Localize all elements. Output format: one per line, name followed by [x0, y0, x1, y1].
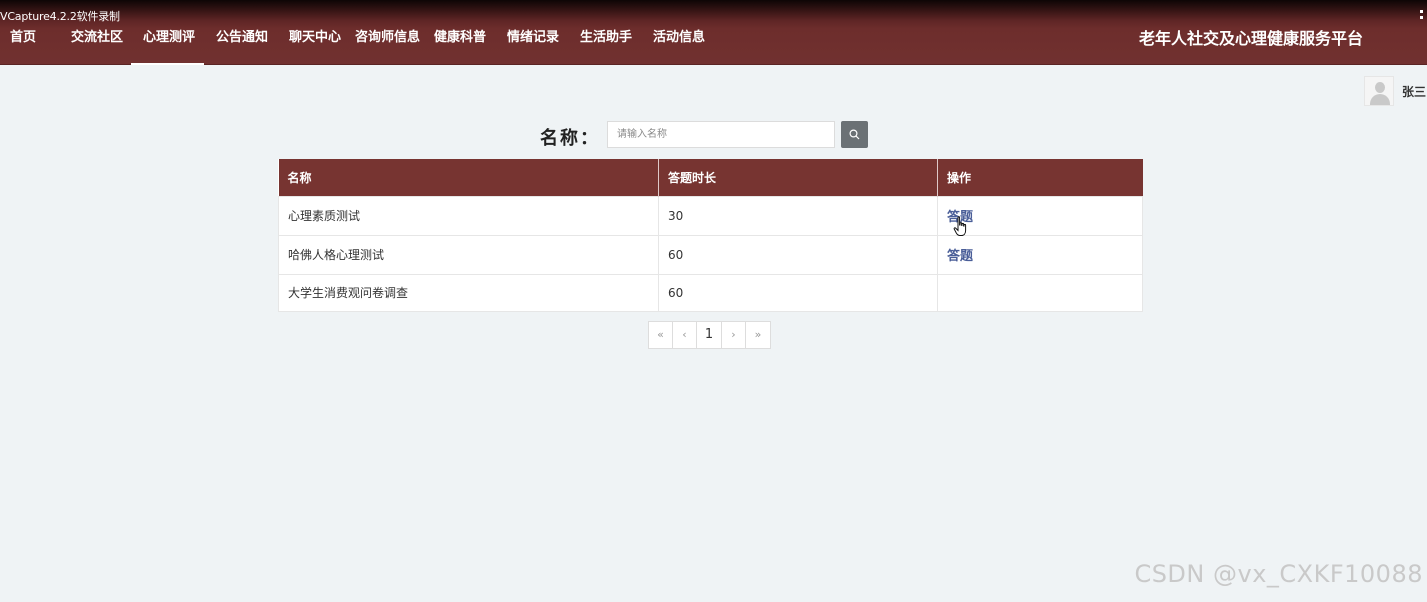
answer-link[interactable]: 答题 [947, 249, 973, 264]
pagination: « ‹ 1 › » [648, 321, 771, 349]
search-button[interactable] [841, 121, 868, 148]
nav-item-counselors[interactable]: 咨询师信息 [355, 26, 420, 45]
column-header-name: 名称 [278, 159, 659, 196]
nav-item-community[interactable]: 交流社区 [71, 26, 123, 45]
search-label: 名称： [540, 128, 600, 149]
top-navbar: VCapture4.2.2软件录制 首页 交流社区 心理测评 公告通知 聊天中心… [0, 0, 1427, 65]
search-icon [849, 129, 860, 140]
cell-name: 大学生消费观问卷调查 [278, 273, 659, 312]
more-dots-icon [1420, 10, 1423, 19]
page-next-button[interactable]: › [722, 322, 746, 348]
column-header-action: 操作 [937, 159, 1143, 196]
page-number-button[interactable]: 1 [697, 322, 722, 348]
nav-item-chat[interactable]: 聊天中心 [289, 26, 341, 45]
search-input[interactable] [607, 121, 835, 148]
cell-duration: 60 [658, 273, 938, 312]
watermark-text: CSDN @vx_CXKF10088 [1134, 560, 1423, 588]
cell-name: 哈佛人格心理测试 [278, 234, 659, 274]
cell-name: 心理素质测试 [278, 195, 659, 235]
recorder-label: VCapture4.2.2软件录制 [0, 10, 120, 23]
nav-item-activities[interactable]: 活动信息 [653, 26, 705, 45]
nav-item-home[interactable]: 首页 [10, 26, 36, 45]
platform-title: 老年人社交及心理健康服务平台 [1138, 29, 1363, 48]
nav-active-indicator [131, 63, 204, 65]
nav-item-psych-test[interactable]: 心理测评 [143, 26, 195, 45]
test-table: 名称 答题时长 操作 心理素质测试 30 答题 哈佛人格心理测试 60 答题 大… [278, 159, 1143, 312]
nav-item-notices[interactable]: 公告通知 [216, 26, 268, 45]
nav-item-life-assistant[interactable]: 生活助手 [580, 26, 632, 45]
hand-cursor-icon [953, 216, 967, 236]
user-avatar-icon[interactable] [1364, 76, 1394, 106]
page-first-button[interactable]: « [649, 322, 673, 348]
cell-duration: 30 [658, 195, 938, 235]
user-name[interactable]: 张三 [1402, 83, 1426, 100]
nav-item-health-science[interactable]: 健康科普 [434, 26, 486, 45]
page-prev-button[interactable]: ‹ [673, 322, 697, 348]
column-header-duration: 答题时长 [658, 159, 938, 196]
table-row: 大学生消费观问卷调查 60 [278, 273, 1143, 312]
nav-item-emotion-log[interactable]: 情绪记录 [507, 26, 559, 45]
page-last-button[interactable]: » [746, 322, 770, 348]
cell-duration: 60 [658, 234, 938, 274]
table-row: 哈佛人格心理测试 60 答题 [278, 234, 1143, 274]
cell-action: 答题 [937, 234, 1143, 274]
table-header-row: 名称 答题时长 操作 [278, 159, 1143, 196]
table-row: 心理素质测试 30 答题 [278, 195, 1143, 235]
cell-action [937, 273, 1143, 312]
